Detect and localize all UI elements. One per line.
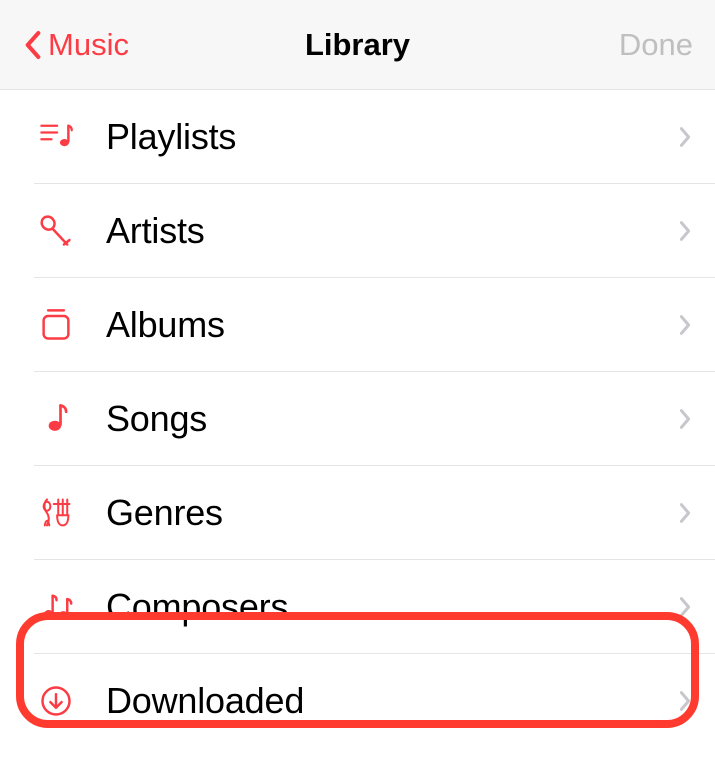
page-title: Library bbox=[305, 27, 410, 63]
back-button[interactable]: Music bbox=[22, 26, 129, 64]
chevron-right-icon bbox=[677, 405, 693, 433]
list-item-albums[interactable]: Albums bbox=[34, 278, 715, 372]
list-item-downloaded[interactable]: Downloaded bbox=[34, 654, 715, 748]
list-item-label: Albums bbox=[106, 304, 225, 346]
list-item-label: Songs bbox=[106, 398, 207, 440]
chevron-right-icon bbox=[677, 593, 693, 621]
library-list: Playlists Artists A bbox=[0, 90, 715, 748]
list-item-songs[interactable]: Songs bbox=[34, 372, 715, 466]
chevron-left-icon bbox=[22, 26, 44, 64]
songs-icon bbox=[34, 397, 78, 441]
list-item-playlists[interactable]: Playlists bbox=[34, 90, 715, 184]
chevron-right-icon bbox=[677, 217, 693, 245]
chevron-right-icon bbox=[677, 499, 693, 527]
albums-icon bbox=[34, 303, 78, 347]
list-item-genres[interactable]: Genres bbox=[34, 466, 715, 560]
artists-icon bbox=[34, 209, 78, 253]
playlists-icon bbox=[34, 115, 78, 159]
chevron-right-icon bbox=[677, 123, 693, 151]
composers-icon bbox=[34, 585, 78, 629]
chevron-right-icon bbox=[677, 311, 693, 339]
list-item-label: Genres bbox=[106, 492, 223, 534]
list-item-label: Playlists bbox=[106, 116, 236, 158]
list-item-label: Artists bbox=[106, 210, 205, 252]
done-button[interactable]: Done bbox=[619, 27, 693, 63]
list-item-label: Downloaded bbox=[106, 680, 304, 722]
genres-icon bbox=[34, 491, 78, 535]
list-item-artists[interactable]: Artists bbox=[34, 184, 715, 278]
list-item-composers[interactable]: Composers bbox=[34, 560, 715, 654]
list-item-label: Composers bbox=[106, 586, 288, 628]
chevron-right-icon bbox=[677, 687, 693, 715]
downloaded-icon bbox=[34, 679, 78, 723]
navigation-header: Music Library Done bbox=[0, 0, 715, 90]
back-label: Music bbox=[48, 27, 129, 63]
